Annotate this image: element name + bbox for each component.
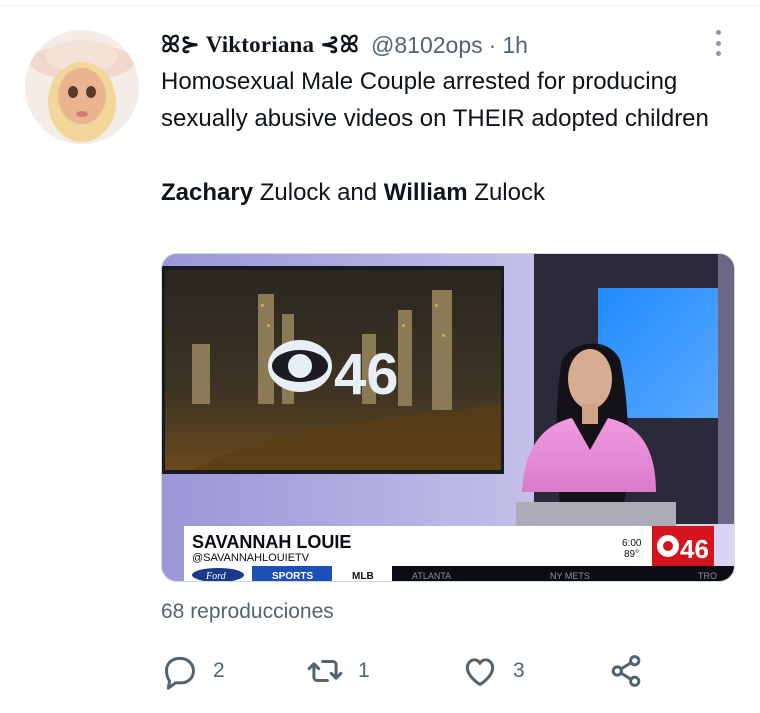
more-options-icon[interactable] (710, 28, 726, 58)
tweet-text-line2: Zachary Zulock and William Zulock (161, 174, 721, 211)
bold-name-zachary: Zachary (161, 179, 254, 206)
more-dot (715, 51, 721, 56)
ticker-team1: ATLANTA (412, 571, 451, 581)
like-button[interactable]: 3 (461, 650, 525, 692)
lower-third-handle: @SAVANNAHLOUIETV (192, 552, 310, 564)
tweet-text-line1: Homosexual Male Couple arrested for prod… (161, 68, 709, 132)
temp-display: 89° (624, 549, 639, 560)
ticker-team3: TRO (698, 571, 717, 581)
studio-edge (718, 254, 734, 524)
like-count: 3 (513, 659, 525, 682)
retweet-icon (307, 659, 343, 683)
action-bar: 2 1 3 (161, 650, 651, 692)
display-name[interactable]: ꕤ⊱ Viktoriana ⊰ꕤ (161, 32, 359, 58)
reply-count: 2 (213, 659, 225, 682)
logo-number: 46 (334, 342, 399, 407)
ornament-left: ꕤ⊱ (161, 32, 200, 57)
share-icon (611, 655, 641, 687)
display-name-text: Viktoriana (205, 32, 315, 57)
share-button[interactable] (607, 650, 645, 692)
ornament-right: ⊰ꕤ (320, 32, 360, 57)
text-zulock: Zulock (467, 179, 545, 206)
more-dot (715, 40, 721, 46)
ticker-section: SPORTS (272, 571, 313, 582)
text-zulock-and: Zulock and (253, 179, 384, 206)
news-broadcast-image: 46 SAVANNAH LOUIE @SAVANNAHLOUIETV 6:00 … (162, 254, 734, 582)
tweet-header: ꕤ⊱ Viktoriana ⊰ꕤ @8102ops · 1h (161, 28, 528, 62)
view-count: 68 reproducciones (161, 600, 334, 623)
ticker-team2: NY METS (550, 571, 590, 581)
retweet-count: 1 (358, 659, 370, 682)
like-icon (465, 658, 495, 686)
top-divider (0, 0, 760, 6)
cbs-eye-pupil (663, 541, 673, 551)
tweet-media-image[interactable]: 46 SAVANNAH LOUIE @SAVANNAHLOUIETV 6:00 … (161, 253, 735, 582)
ticker-brand: Ford (205, 571, 227, 582)
time-display: 6:00 (622, 538, 642, 549)
header-separator: · (488, 31, 497, 58)
reply-icon (165, 656, 195, 690)
reply-button[interactable]: 2 (161, 650, 225, 692)
user-handle[interactable]: @8102ops (371, 32, 483, 59)
retweet-button[interactable]: 1 (306, 650, 370, 692)
ticker-league: MLB (352, 571, 374, 582)
lower-third-name: SAVANNAH LOUIE (192, 532, 351, 552)
avatar-image (25, 30, 139, 144)
timestamp[interactable]: 1h (502, 32, 528, 59)
tweet-text: Homosexual Male Couple arrested for prod… (161, 63, 721, 211)
more-dot (715, 30, 721, 35)
bold-name-william: William (383, 179, 468, 206)
lower-third-logo-number: 46 (680, 534, 709, 564)
avatar[interactable] (25, 30, 139, 144)
